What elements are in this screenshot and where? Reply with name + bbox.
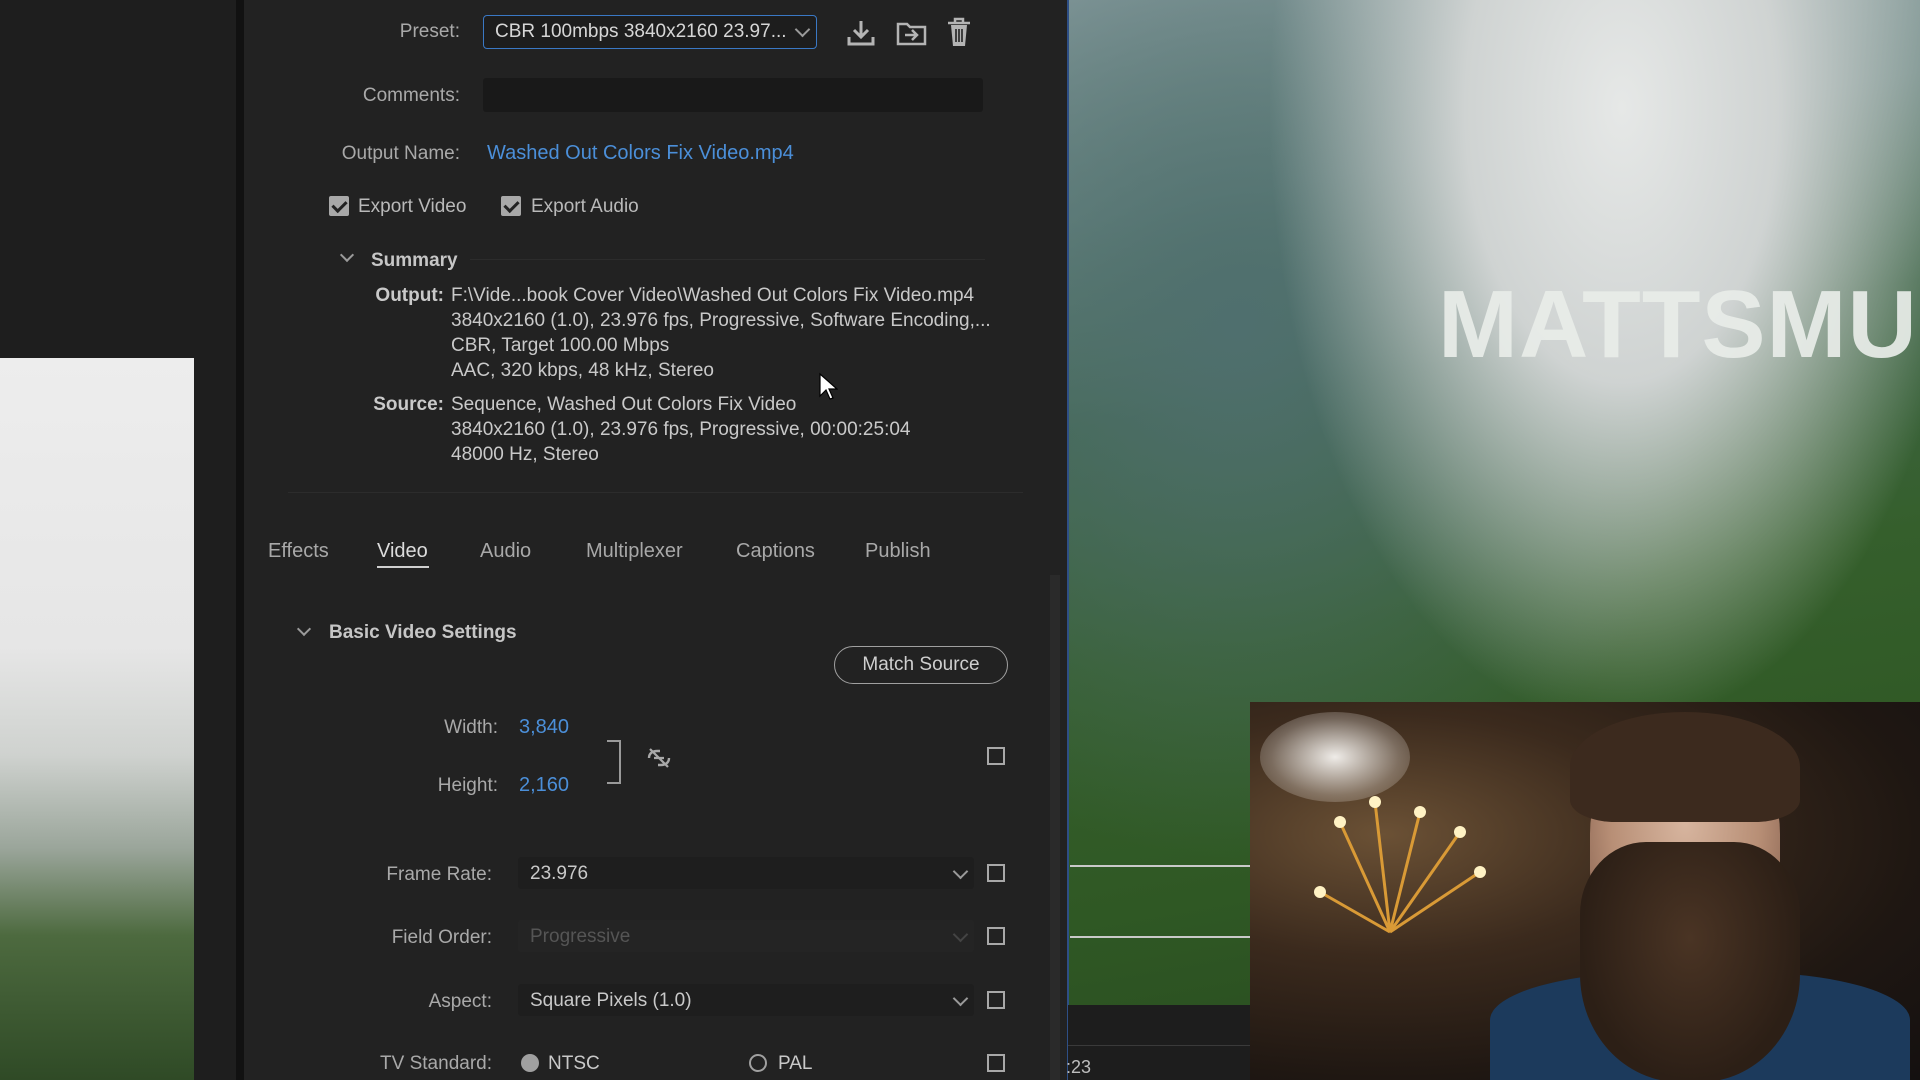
export-audio-label: Export Audio bbox=[531, 196, 639, 217]
height-value[interactable]: 2,160 bbox=[519, 774, 569, 797]
comments-field[interactable] bbox=[483, 78, 983, 112]
frame-rate-label: Frame Rate: bbox=[386, 864, 492, 885]
preset-value: CBR 100mbps 3840x2160 23.97... bbox=[495, 21, 787, 42]
tab-effects[interactable]: Effects bbox=[268, 540, 329, 563]
timeline-track-line bbox=[1070, 936, 1250, 938]
width-value[interactable]: 3,840 bbox=[519, 716, 569, 739]
timeline-bar bbox=[1068, 1005, 1250, 1080]
field-order-override-checkbox[interactable] bbox=[987, 927, 1005, 945]
preset-label: Preset: bbox=[399, 21, 460, 42]
timecode-display: :23 bbox=[1066, 1057, 1092, 1077]
person-hair bbox=[1570, 712, 1800, 822]
ntsc-label: NTSC bbox=[548, 1053, 600, 1074]
panel-divider[interactable] bbox=[236, 0, 244, 1080]
field-order-value: Progressive bbox=[530, 926, 631, 947]
mouse-cursor-icon bbox=[819, 372, 838, 400]
summary-output-line: AAC, 320 kbps, 48 kHz, Stereo bbox=[451, 360, 714, 381]
summary-output-label: Output: bbox=[375, 285, 444, 306]
timeline-track-line bbox=[1070, 865, 1250, 867]
ntsc-radio[interactable] bbox=[521, 1054, 539, 1072]
tab-video[interactable]: Video bbox=[377, 540, 428, 563]
pal-label: PAL bbox=[778, 1053, 813, 1074]
source-thumbnail bbox=[0, 358, 194, 1080]
export-audio-checkbox[interactable] bbox=[501, 196, 521, 216]
timeline-ruler bbox=[1068, 1045, 1250, 1046]
match-source-button[interactable]: Match Source bbox=[834, 646, 1008, 684]
tab-publish[interactable]: Publish bbox=[865, 540, 931, 563]
tab-multiplexer[interactable]: Multiplexer bbox=[586, 540, 683, 563]
preview-watermark: MATTSMUS bbox=[1438, 271, 1920, 378]
string-lights bbox=[1314, 796, 1486, 934]
summary-bottom-divider bbox=[288, 492, 1023, 493]
summary-divider bbox=[470, 259, 985, 260]
export-video-checkbox[interactable] bbox=[329, 196, 349, 216]
field-order-label: Field Order: bbox=[391, 927, 492, 948]
summary-output-line: F:\Vide...book Cover Video\Washed Out Co… bbox=[451, 285, 975, 306]
summary-source-line: 3840x2160 (1.0), 23.976 fps, Progressive… bbox=[451, 419, 911, 440]
height-label: Height: bbox=[437, 775, 498, 796]
link-bracket bbox=[607, 740, 621, 784]
summary-source-line: 48000 Hz, Stereo bbox=[451, 444, 599, 465]
tv-standard-label: TV Standard: bbox=[380, 1053, 492, 1074]
download-icon[interactable] bbox=[845, 18, 877, 48]
person-beard bbox=[1580, 842, 1800, 1080]
width-label: Width: bbox=[444, 717, 498, 738]
summary-output-line: 3840x2160 (1.0), 23.976 fps, Progressive… bbox=[451, 310, 991, 331]
summary-source-line: Sequence, Washed Out Colors Fix Video bbox=[451, 394, 797, 415]
aspect-override-checkbox[interactable] bbox=[987, 991, 1005, 1009]
width-height-override-checkbox[interactable] bbox=[987, 747, 1005, 765]
summary-source-label: Source: bbox=[373, 394, 444, 415]
summary-output-line: CBR, Target 100.00 Mbps bbox=[451, 335, 670, 356]
output-name-label: Output Name: bbox=[341, 143, 460, 164]
webcam-overlay bbox=[1250, 702, 1920, 1080]
active-tab-indicator bbox=[377, 566, 429, 568]
trash-icon[interactable] bbox=[945, 16, 973, 48]
import-folder-icon[interactable] bbox=[895, 18, 929, 48]
comments-label: Comments: bbox=[362, 85, 460, 106]
frame-rate-override-checkbox[interactable] bbox=[987, 864, 1005, 882]
basic-video-title: Basic Video Settings bbox=[329, 622, 517, 643]
pal-radio[interactable] bbox=[749, 1054, 767, 1072]
tab-audio[interactable]: Audio bbox=[480, 540, 531, 563]
unlink-icon[interactable] bbox=[645, 746, 673, 770]
frame-rate-value: 23.976 bbox=[530, 863, 589, 884]
tab-captions[interactable]: Captions bbox=[736, 540, 815, 563]
settings-scrollbar[interactable] bbox=[1050, 575, 1060, 1080]
summary-title: Summary bbox=[371, 250, 458, 271]
preview-border bbox=[1067, 0, 1069, 1080]
output-name-link[interactable]: Washed Out Colors Fix Video.mp4 bbox=[487, 142, 794, 165]
tv-standard-override-checkbox[interactable] bbox=[987, 1054, 1005, 1072]
export-video-label: Export Video bbox=[358, 196, 467, 217]
aspect-label: Aspect: bbox=[428, 991, 492, 1012]
aspect-value: Square Pixels (1.0) bbox=[530, 990, 692, 1011]
